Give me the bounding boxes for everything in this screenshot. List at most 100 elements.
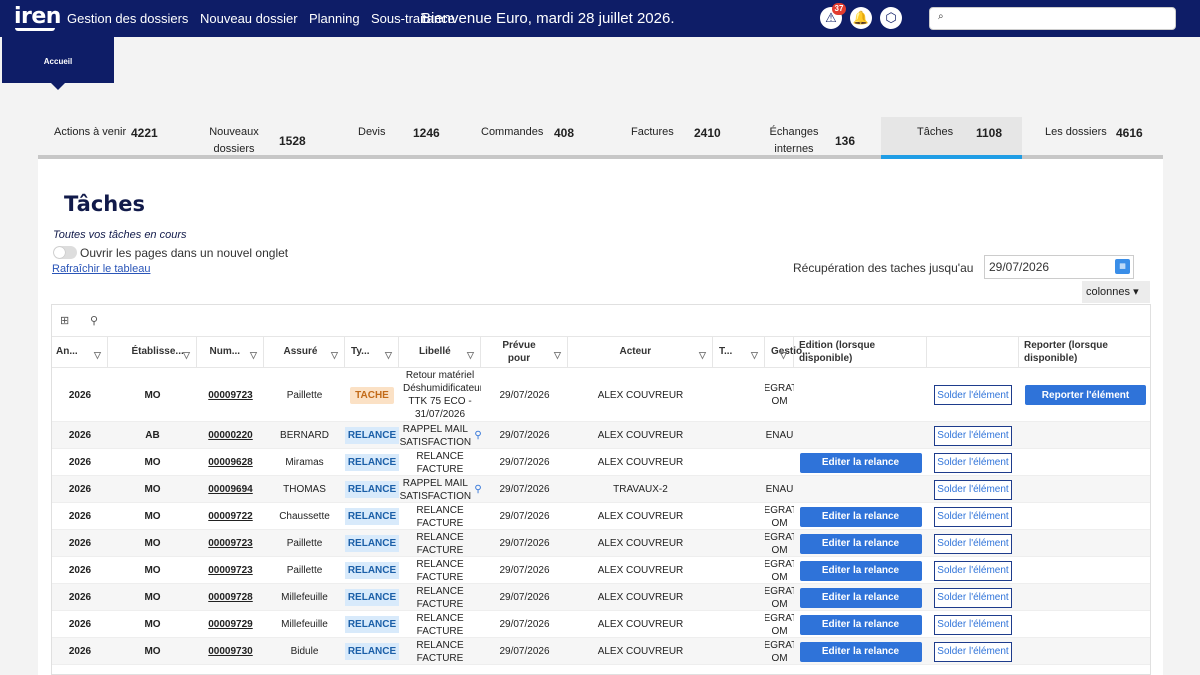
filter-icon[interactable]: ▽ (331, 350, 338, 361)
table-cell: Editer la relance (794, 638, 927, 665)
table-cell: ALEX COUVREUR (597, 592, 684, 603)
column-header[interactable]: Libellé ▽ (399, 337, 481, 368)
solder-button[interactable]: Solder l'élément (934, 560, 1012, 581)
tab-les-dossiers[interactable]: Les dossiers 4616 (1035, 117, 1160, 159)
table-cell (794, 422, 927, 449)
solder-button[interactable]: Solder l'élément (934, 587, 1012, 608)
filter-icon[interactable]: ▽ (385, 350, 392, 361)
filter-icon[interactable]: ▽ (250, 350, 257, 361)
filter-icon[interactable]: ▽ (467, 350, 474, 361)
search-icon[interactable]: ⚲ (474, 483, 481, 496)
table-cell: RELANCE FACTURE (399, 557, 481, 584)
dossier-number-link[interactable]: 00000220 (208, 429, 253, 442)
dossier-number-link[interactable]: 00009628 (208, 456, 253, 469)
edit-relance-button[interactable]: Editer la relance (799, 587, 922, 608)
dossier-number-link[interactable]: 00009694 (208, 483, 253, 496)
edit-relance-button[interactable]: Editer la relance (799, 560, 922, 581)
column-header[interactable]: Prévue pour ▽ (481, 337, 568, 368)
nav-planning[interactable]: Planning (309, 11, 360, 26)
new-tab-toggle[interactable] (53, 246, 77, 259)
solder-button[interactable]: Solder l'élément (934, 385, 1012, 405)
tab-actions-a-venir[interactable]: Actions à venir 4221 (38, 117, 178, 159)
package-icon[interactable]: ⬡ (880, 7, 902, 29)
filter-icon[interactable]: ▽ (751, 350, 758, 361)
table-cell: ALEX COUVREUR (597, 565, 684, 576)
dossier-number-link[interactable]: 00009729 (208, 618, 253, 631)
recup-date-input[interactable]: 29/07/2026 (984, 255, 1134, 279)
dossier-number-link[interactable]: 00009723 (208, 389, 253, 402)
column-header[interactable] (927, 337, 1019, 368)
column-header[interactable]: Établisse... ▽ (108, 337, 197, 368)
column-header[interactable]: Acteur ▽ (568, 337, 713, 368)
table-cell: ALEX COUVREUR (597, 430, 684, 441)
table-cell: BERNARD (280, 430, 329, 441)
table-cell (713, 422, 765, 449)
search-input[interactable] (929, 7, 1176, 30)
solder-button[interactable]: Solder l'élément (934, 452, 1012, 473)
column-header[interactable]: Gestio... ▽ (765, 337, 810, 368)
tab-count: 4616 (1116, 126, 1143, 140)
alert-badge: 37 (832, 3, 846, 15)
colonnes-dropdown[interactable]: colonnes ▾ (1082, 281, 1150, 303)
accueil-tab[interactable]: Accueil (2, 37, 114, 83)
solder-button[interactable]: Solder l'élément (934, 425, 1012, 446)
column-header[interactable]: Reporter (lorsque disponible) (1019, 337, 1150, 368)
type-badge: RELANCE (345, 508, 399, 525)
type-badge: RELANCE (345, 562, 399, 579)
tab-count: 1246 (413, 126, 440, 140)
excel-export-icon[interactable]: ⊞ (60, 314, 69, 327)
tab-taches[interactable]: Tâches 1108 (881, 117, 1022, 159)
filter-icon[interactable]: ▽ (554, 350, 561, 361)
edit-relance-button[interactable]: Editer la relance (799, 506, 922, 527)
solder-button[interactable]: Solder l'élément (934, 479, 1012, 500)
dossier-number-link[interactable]: 00009728 (208, 591, 253, 604)
column-header[interactable]: Num... ▽ (197, 337, 264, 368)
dossier-number-link[interactable]: 00009723 (208, 564, 253, 577)
table-cell: RELANCE FACTURE (399, 503, 481, 530)
tab-factures[interactable]: Factures 2410 (620, 117, 740, 159)
column-header[interactable]: An... ▽ (52, 337, 108, 368)
table-cell: RELANCE (345, 557, 399, 584)
tab-nouveaux-dossiers[interactable]: Nouveaux dossiers 1528 (190, 117, 320, 159)
tab-commandes[interactable]: Commandes 408 (470, 117, 600, 159)
solder-button[interactable]: Solder l'élément (934, 506, 1012, 527)
solder-button[interactable]: Solder l'élément (934, 533, 1012, 554)
iren-logo[interactable]: iren (14, 4, 61, 31)
clear-filter-icon[interactable]: ⚲ (90, 314, 98, 327)
filter-icon[interactable]: ▽ (183, 350, 190, 361)
dossier-number-link[interactable]: 00009722 (208, 510, 253, 523)
tab-count: 1108 (976, 126, 1003, 140)
refresh-table-link[interactable]: Rafraîchir le tableau (52, 263, 150, 275)
table-cell: MO (144, 619, 161, 630)
filter-icon[interactable]: ▽ (780, 350, 787, 361)
filter-icon[interactable]: ▽ (94, 350, 101, 361)
edit-relance-button[interactable]: Editer la relance (799, 614, 922, 635)
table-cell: TRAVAUX-2 (613, 484, 668, 495)
dossier-number-link[interactable]: 00009723 (208, 537, 253, 550)
bell-icon[interactable]: 🔔 (850, 7, 872, 29)
edit-relance-button[interactable]: Editer la relance (799, 452, 922, 473)
edit-relance-button[interactable]: Editer la relance (799, 641, 922, 662)
libelle-text: RAPPEL MAIL SATISFACTION (399, 477, 472, 502)
edit-relance-button[interactable]: Editer la relance (799, 533, 922, 554)
solder-button[interactable]: Solder l'élément (934, 614, 1012, 635)
column-header[interactable]: Ty... ▽ (345, 337, 399, 368)
nav-nouveau-dossier[interactable]: Nouveau dossier (200, 11, 298, 26)
filter-icon[interactable]: ▽ (699, 350, 706, 361)
nav-gestion-dossiers[interactable]: Gestion des dossiers (67, 11, 188, 26)
table-cell: MO (144, 511, 161, 522)
table-cell: 00009694 (197, 476, 264, 503)
solder-button[interactable]: Solder l'élément (934, 641, 1012, 662)
column-header[interactable]: Assuré ▽ (264, 337, 345, 368)
column-header[interactable]: Edition (lorsque disponible) (794, 337, 927, 368)
report-button[interactable]: Reporter l'élément (1025, 385, 1146, 405)
calendar-icon[interactable]: ▦ (1115, 259, 1130, 274)
table-cell: 29/07/2026 (499, 619, 550, 630)
tab-devis[interactable]: Devis 1246 (345, 117, 455, 159)
table-cell: Miramas (285, 457, 324, 468)
column-header[interactable]: T... ▽ (713, 337, 765, 368)
dossier-number-link[interactable]: 00009730 (208, 645, 253, 658)
tab-echanges-internes[interactable]: Échanges internes 136 (760, 117, 870, 159)
gestionnaire-text: INTEGRATEUR OM (765, 585, 794, 610)
search-icon[interactable]: ⚲ (474, 429, 481, 442)
